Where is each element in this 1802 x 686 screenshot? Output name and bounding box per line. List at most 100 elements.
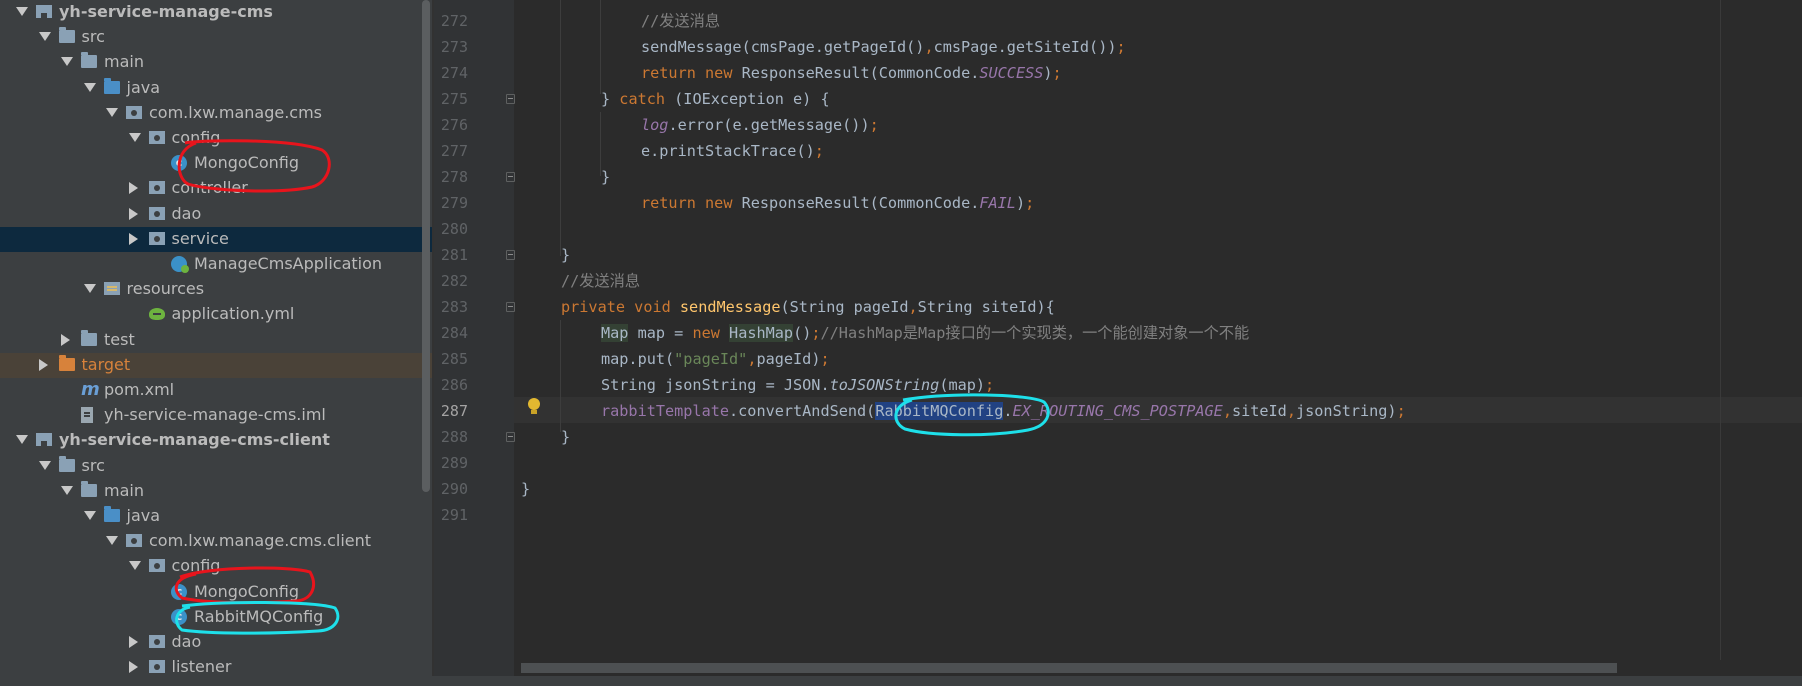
code-line-272: //发送消息 (641, 12, 721, 30)
expand-arrow-icon[interactable] (106, 536, 118, 546)
collapse-arrow-icon[interactable] (38, 358, 48, 371)
tree-item[interactable]: c MongoConfig (0, 580, 432, 605)
tree-item-label: src (81, 455, 105, 475)
java-class-icon: c (171, 608, 187, 625)
expand-arrow-icon[interactable] (128, 561, 141, 571)
editor-horizontal-scrollbar[interactable] (521, 663, 1617, 673)
tree-item-label: test (104, 329, 135, 349)
tree-item[interactable]: com.lxw.manage.cms (0, 101, 432, 126)
tree-item[interactable]: config (0, 126, 432, 151)
collapse-arrow-icon[interactable] (128, 661, 138, 674)
tree-item[interactable]: yh-service-manage-cms (0, 0, 432, 25)
code-line-274: return new ResponseResult(CommonCode.SUC… (641, 64, 1062, 82)
excluded-folder-icon (58, 354, 75, 371)
expand-arrow-icon[interactable] (16, 435, 28, 445)
folder-icon (58, 27, 75, 44)
collapse-arrow-icon[interactable] (61, 333, 70, 346)
line-number: 278 (440, 168, 468, 186)
tree-item-label: MongoConfig (194, 581, 300, 601)
tree-item[interactable]: test (0, 328, 432, 353)
code-line-283: private void sendMessage(String pageId,S… (561, 298, 1055, 316)
code-line-288: } (561, 428, 571, 446)
expand-arrow-icon[interactable] (61, 485, 73, 495)
collapse-arrow-icon[interactable] (128, 207, 138, 220)
tree-item-label: main (104, 480, 144, 500)
line-number-current: 287 (440, 402, 468, 420)
line-number: 283 (440, 298, 468, 316)
tree-item[interactable]: yh-service-manage-cms.iml (0, 403, 432, 428)
tree-item[interactable]: src (0, 454, 432, 479)
tree-item-label: resources (126, 279, 205, 299)
folder-icon (81, 329, 97, 346)
collapse-arrow-icon[interactable] (128, 636, 138, 648)
expand-arrow-icon[interactable] (106, 107, 118, 117)
tree-item[interactable]: src (0, 25, 432, 50)
tree-item-label: yh-service-manage-cms-client (59, 430, 330, 450)
expand-arrow-icon[interactable] (38, 460, 51, 470)
spring-boot-class-icon (171, 256, 189, 273)
status-strip (0, 676, 1802, 686)
tree-item[interactable]: ManageCmsApplication (0, 252, 432, 277)
folder-icon (81, 52, 97, 69)
folder-icon (81, 480, 97, 497)
line-number: 276 (440, 116, 468, 134)
code-line-279: return new ResponseResult(CommonCode.FAI… (641, 194, 1035, 212)
expand-arrow-icon[interactable] (83, 511, 96, 520)
tree-item[interactable]: java (0, 504, 432, 529)
collapse-arrow-icon[interactable] (128, 232, 138, 245)
code-line-282: //发送消息 (561, 272, 641, 290)
tree-item[interactable]: c MongoConfig (0, 151, 432, 176)
package-icon (148, 131, 165, 144)
tree-item-label: dao (171, 203, 202, 223)
line-number: 282 (440, 272, 468, 290)
tree-item[interactable]: main (0, 50, 432, 75)
code-line-286: String jsonString = JSON.toJSONString(ma… (601, 376, 995, 394)
tree-item-label: java (126, 506, 161, 525)
tree-item-label: com.lxw.manage.cms.client (149, 531, 372, 551)
tree-item-label: listener (171, 657, 232, 677)
code-line-287: rabbitTemplate.convertAndSend(RabbitMQCo… (601, 402, 1406, 420)
tree-item-label: dao (171, 632, 202, 651)
tree-item-label: src (81, 27, 105, 47)
tree-item-label: MongoConfig (194, 153, 300, 173)
expand-arrow-icon[interactable] (83, 82, 96, 92)
tree-item-label: main (104, 52, 144, 72)
expand-arrow-icon[interactable] (61, 57, 73, 67)
tree-item[interactable]: main (0, 479, 432, 504)
tree-item[interactable]: com.lxw.manage.cms.client (0, 529, 432, 554)
tree-item[interactable]: java (0, 76, 432, 101)
tree-item[interactable]: controller (0, 176, 432, 201)
code-line-284: Map map = new HashMap();//HashMap是Map接口的… (601, 324, 1250, 342)
tree-item[interactable]: resources (0, 277, 432, 302)
tree-item[interactable]: service (0, 226, 432, 252)
collapse-arrow-icon[interactable] (128, 182, 138, 195)
yml-file-icon (148, 308, 165, 321)
expand-arrow-icon[interactable] (128, 133, 141, 142)
line-number: 274 (440, 64, 468, 82)
tree-item[interactable]: yh-service-manage-cms-client (0, 428, 432, 453)
tree-item-label: java (126, 77, 161, 97)
java-class-icon: c (171, 155, 187, 172)
package-icon (148, 231, 165, 245)
expand-arrow-icon[interactable] (83, 284, 96, 294)
source-folder-icon (103, 506, 120, 522)
code-line-277: e.printStackTrace(); (641, 142, 824, 160)
tree-item-label: ManageCmsApplication (194, 254, 383, 273)
tree-item[interactable]: target (0, 352, 432, 378)
expand-arrow-icon[interactable] (16, 7, 28, 16)
tree-item[interactable]: dao (0, 630, 432, 655)
tree-item[interactable]: dao (0, 202, 432, 227)
line-number: 280 (440, 220, 468, 238)
tree-item[interactable]: m pom.xml (0, 378, 432, 403)
code-line-276: log.error(e.getMessage()); (641, 116, 879, 134)
package-icon (126, 105, 142, 119)
expand-arrow-icon[interactable] (38, 32, 51, 42)
tree-item[interactable]: c RabbitMQConfig (0, 605, 432, 630)
package-icon (148, 660, 165, 674)
project-tree-scrollbar[interactable] (422, 0, 430, 492)
tree-item[interactable]: config (0, 554, 432, 579)
line-number: 273 (440, 38, 468, 56)
tree-item-label: target (81, 354, 131, 374)
tree-item[interactable]: application.yml (0, 302, 432, 327)
tree-item-label: config (171, 128, 221, 147)
